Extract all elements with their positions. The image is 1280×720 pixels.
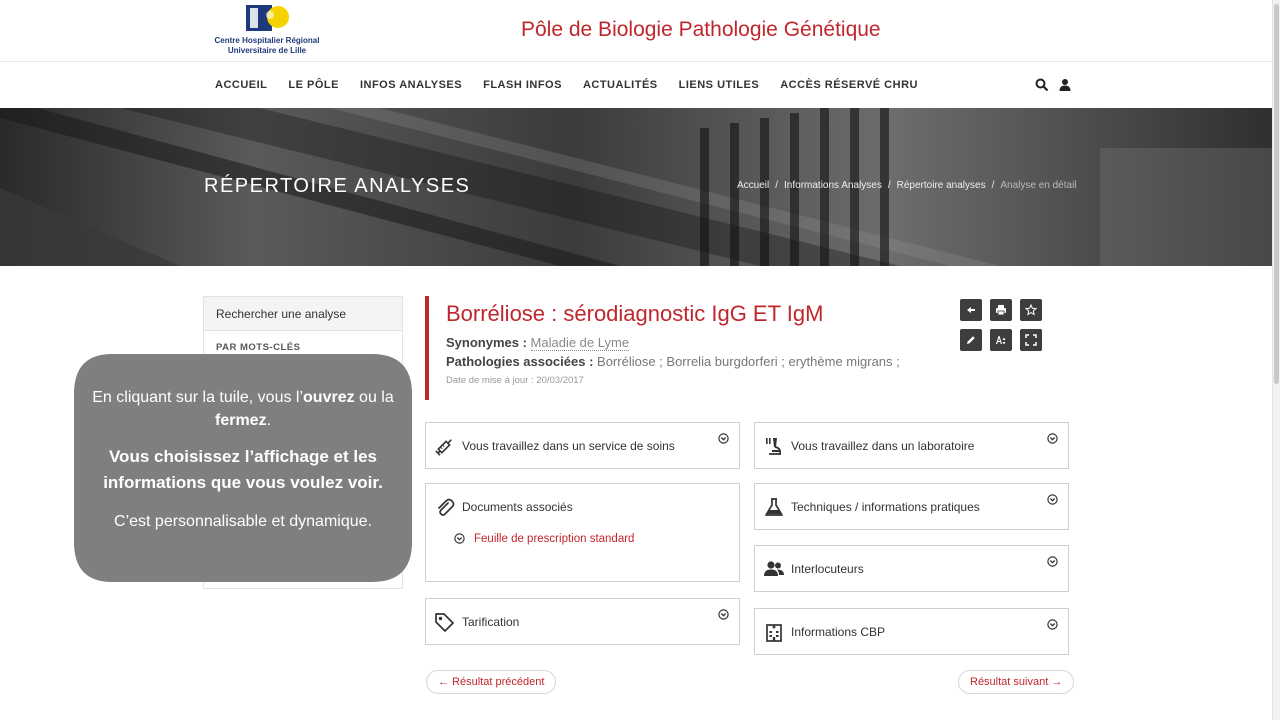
- print-icon: [996, 305, 1006, 316]
- chevron-down-icon: [718, 433, 729, 444]
- breadcrumb-separator: /: [887, 180, 891, 191]
- logo-text-line1: Centre Hospitalier Régional: [214, 36, 320, 45]
- flask-icon: [765, 498, 783, 516]
- scrollbar-thumb[interactable]: [1274, 4, 1279, 384]
- fullscreen-button[interactable]: [1020, 329, 1042, 351]
- callout-text: En cliquant sur la tuile, vous l’ouvrez …: [74, 386, 412, 533]
- favorite-button[interactable]: [1020, 299, 1042, 321]
- tile-techniques[interactable]: Techniques / informations pratiques: [754, 483, 1069, 530]
- tile-informations-cbp[interactable]: Informations CBP: [754, 608, 1069, 655]
- breadcrumb-separator: /: [775, 180, 779, 191]
- analysis-header: Borréliose : sérodiagnostic IgG ET IgM S…: [425, 296, 945, 400]
- back-icon: [967, 307, 975, 313]
- breadcrumb-repertoire-analyses[interactable]: Répertoire analyses: [897, 180, 986, 191]
- tile-laboratoire-label: Vous travaillez dans un laboratoire: [791, 439, 975, 453]
- pathologies-row: Pathologies associées : Borréliose ; Bor…: [446, 354, 945, 369]
- nav-item-flash-infos[interactable]: FLASH INFOS: [483, 79, 562, 91]
- update-date: Date de mise à jour : 20/03/2017: [446, 375, 584, 386]
- main-nav: ACCUEIL LE PÔLE INFOS ANALYSES FLASH INF…: [0, 62, 1280, 108]
- banner-background-image: [0, 108, 1272, 266]
- page-banner: RÉPERTOIRE ANALYSES Accueil / Informations…: [0, 108, 1272, 266]
- tile-service-soins-label: Vous travaillez dans un service de soins: [462, 439, 675, 453]
- tutorial-callout: En cliquant sur la tuile, vous l’ouvrez …: [74, 354, 412, 582]
- callout-line-1: En cliquant sur la tuile, vous l’ouvrez …: [92, 389, 394, 429]
- tile-documents-associes-label: Documents associés: [462, 500, 573, 514]
- chevron-down-icon: [718, 609, 729, 620]
- tile-techniques-label: Techniques / informations pratiques: [791, 500, 980, 514]
- tile-documents-associes[interactable]: Documents associés Feuille de prescripti…: [425, 483, 740, 582]
- syringe-icon: [435, 439, 452, 456]
- logo-mark-icon: [246, 5, 289, 31]
- fullscreen-icon: [1025, 334, 1037, 346]
- tile-tarification-label: Tarification: [462, 615, 520, 629]
- callout-line-2: Vous choisissez l’affichage et les infor…: [103, 447, 383, 492]
- font-size-button[interactable]: [990, 329, 1012, 351]
- chru-logo[interactable]: Centre Hospitalier Régional Universitair…: [204, 3, 330, 59]
- user-icon[interactable]: [1058, 78, 1072, 92]
- page-scrollbar[interactable]: [1272, 0, 1280, 720]
- nav-item-acces-reserve[interactable]: ACCÈS RÉSERVÉ CHRU: [780, 79, 918, 91]
- pathologies-label: Pathologies associées :: [446, 354, 594, 369]
- previous-result-button[interactable]: ← Résultat précédent: [426, 670, 557, 694]
- synonyms-label: Synonymes :: [446, 335, 527, 350]
- users-icon: [764, 561, 784, 576]
- prescription-form-link[interactable]: Feuille de prescription standard: [474, 533, 634, 545]
- chevron-down-icon: [1047, 556, 1058, 567]
- search-icon[interactable]: [1035, 78, 1049, 92]
- hospital-building-icon: [766, 624, 782, 642]
- analysis-title: Borréliose : sérodiagnostic IgG ET IgM: [446, 301, 824, 326]
- paperclip-icon: [438, 498, 455, 516]
- chevron-down-icon: [1047, 619, 1058, 630]
- synonyms-value[interactable]: Maladie de Lyme: [530, 335, 630, 351]
- back-button[interactable]: [960, 299, 982, 321]
- tile-informations-cbp-label: Informations CBP: [791, 625, 886, 639]
- breadcrumb-accueil[interactable]: Accueil: [737, 180, 769, 191]
- nav-item-liens-utiles[interactable]: LIENS UTILES: [679, 79, 760, 91]
- breadcrumb-separator: /: [991, 180, 995, 191]
- nav-item-infos-analyses[interactable]: INFOS ANALYSES: [360, 79, 462, 91]
- pathologies-value: Borréliose ; Borrelia burgdorferi ; eryt…: [597, 354, 900, 369]
- nav-item-le-pole[interactable]: LE PÔLE: [288, 79, 339, 91]
- breadcrumb-current: Analyse en détail: [1000, 180, 1077, 191]
- callout-line-3: C’est personnalisable et dynamique.: [114, 513, 372, 530]
- nav-item-actualites[interactable]: ACTUALITÉS: [583, 79, 658, 91]
- microscope-icon: [766, 438, 782, 455]
- banner-title: RÉPERTOIRE ANALYSES: [204, 175, 471, 197]
- sidebar-heading: Rechercher une analyse: [204, 297, 402, 331]
- site-header: Centre Hospitalier Régional Universitair…: [0, 0, 1280, 62]
- tile-interlocuteurs[interactable]: Interlocuteurs: [754, 545, 1069, 592]
- print-button[interactable]: [990, 299, 1012, 321]
- star-icon: [1025, 304, 1037, 316]
- page: Centre Hospitalier Régional Universitair…: [0, 0, 1280, 720]
- tile-tarification[interactable]: Tarification: [425, 598, 740, 645]
- circle-arrow-icon: [454, 533, 465, 544]
- tile-service-soins[interactable]: Vous travaillez dans un service de soins: [425, 422, 740, 469]
- breadcrumb: Accueil / Informations Analyses / Répertoire…: [737, 180, 1077, 191]
- nav-item-accueil[interactable]: ACCUEIL: [215, 79, 267, 91]
- chevron-down-icon: [1047, 433, 1058, 444]
- analysis-toolbar: [960, 299, 1044, 353]
- chevron-down-icon: [1047, 494, 1058, 505]
- breadcrumb-informations-analyses[interactable]: Informations Analyses: [784, 180, 882, 191]
- font-size-icon: [996, 336, 1006, 345]
- tile-interlocuteurs-label: Interlocuteurs: [791, 562, 864, 576]
- edit-icon: [967, 336, 975, 344]
- synonyms-row: Synonymes : Maladie de Lyme: [446, 335, 945, 351]
- next-result-button[interactable]: Résultat suivant →: [958, 670, 1075, 694]
- price-tag-icon: [435, 613, 454, 632]
- logo-text-line2: Universitaire de Lille: [227, 46, 307, 55]
- edit-button[interactable]: [960, 329, 982, 351]
- tile-laboratoire[interactable]: Vous travaillez dans un laboratoire: [754, 422, 1069, 469]
- site-title: Pôle de Biologie Pathologie Génétique: [521, 18, 881, 41]
